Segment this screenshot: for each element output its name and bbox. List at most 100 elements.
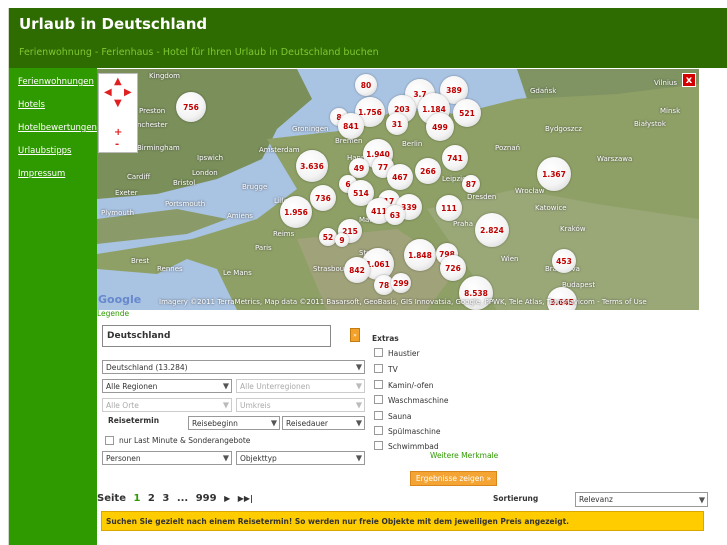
map[interactable]: Kingdom Preston nchester Birmingham Card… xyxy=(97,69,699,310)
region-select[interactable]: Alle Regionen ▼ xyxy=(102,379,232,393)
map-city-label: Białystok xyxy=(634,120,666,128)
map-zoom-controls: ▲ ◀ ▶ ▼ + - xyxy=(98,73,138,153)
page-link-last[interactable]: 999 xyxy=(196,493,217,504)
map-city-label: Birmingham xyxy=(137,144,180,152)
next-page-icon[interactable]: ▶ xyxy=(224,494,230,503)
lastminute-checkbox[interactable] xyxy=(105,436,114,445)
extra-checkbox-kamin[interactable] xyxy=(374,380,383,389)
persons-select[interactable]: Personen ▼ xyxy=(102,451,232,465)
map-cluster-marker[interactable]: 736 xyxy=(310,185,336,211)
map-cluster-marker[interactable]: 111 xyxy=(436,195,462,221)
map-city-label: Paris xyxy=(255,244,272,252)
extra-label: Waschmaschine xyxy=(388,396,449,405)
map-city-label: Portsmouth xyxy=(165,200,206,208)
last-page-icon[interactable]: ▶▶| xyxy=(238,494,253,503)
map-cluster-marker[interactable]: 299 xyxy=(391,273,411,293)
map-cluster-marker[interactable]: 842 xyxy=(344,257,370,283)
object-type-select[interactable]: Objekttyp ▼ xyxy=(236,451,365,465)
place-select[interactable]: Alle Orte ▼ xyxy=(102,398,232,412)
sidebar-item-hotelbewertungen[interactable]: Hotelbewertungen xyxy=(18,123,97,133)
map-cluster-marker[interactable]: 499 xyxy=(426,113,454,141)
place-select-value: Alle Orte xyxy=(106,400,139,410)
map-city-label: Exeter xyxy=(115,189,138,197)
map-city-label: London xyxy=(192,169,218,177)
map-cluster-marker[interactable]: 80 xyxy=(355,74,377,96)
chevron-down-icon: ▼ xyxy=(222,453,229,463)
map-city-label: Ipswich xyxy=(197,154,224,162)
page-link[interactable]: 3 xyxy=(162,493,169,504)
travel-start-select[interactable]: Reisebeginn ▼ xyxy=(188,416,280,430)
travel-date-notice: Suchen Sie gezielt nach einem Reisetermi… xyxy=(101,511,704,531)
pagination: Seite 1 2 3 ... 999 ▶ ▶▶| xyxy=(97,493,257,504)
subregion-select-value: Alle Unterregionen xyxy=(240,381,311,391)
map-cluster-marker[interactable]: 756 xyxy=(176,92,206,122)
extra-checkbox-sauna[interactable] xyxy=(374,411,383,420)
pan-up-icon[interactable]: ▲ xyxy=(114,77,122,87)
sidebar-item-ferienwohnungen[interactable]: Ferienwohnungen xyxy=(18,77,97,87)
travel-start-value: Reisebeginn xyxy=(192,418,238,428)
destination-search-input[interactable]: Deutschland xyxy=(102,325,331,347)
country-select[interactable]: Deutschland (13.284) ▼ xyxy=(102,360,365,374)
extra-checkbox-tv[interactable] xyxy=(374,364,383,373)
map-city-label: Wrocław xyxy=(515,187,545,195)
pan-right-icon[interactable]: ▶ xyxy=(124,88,132,98)
map-cluster-marker[interactable]: 63 xyxy=(385,205,405,225)
show-results-button[interactable]: Ergebnisse zeigen » xyxy=(410,471,497,486)
extra-checkbox-waschmaschine[interactable] xyxy=(374,395,383,404)
map-cluster-marker[interactable]: 9 xyxy=(335,233,349,247)
chevron-down-icon: ▼ xyxy=(698,495,705,504)
map-cluster-marker[interactable]: 467 xyxy=(387,164,413,190)
map-cluster-marker[interactable]: 726 xyxy=(440,255,466,281)
sort-select[interactable]: Relevanz ▼ xyxy=(575,492,708,507)
site-tagline: Ferienwohnung - Ferienhaus - Hotel für I… xyxy=(19,47,379,58)
map-cluster-marker[interactable]: 521 xyxy=(453,99,481,127)
map-cluster-marker[interactable]: 266 xyxy=(415,158,441,184)
map-cluster-marker[interactable]: 3.636 xyxy=(296,150,328,182)
map-close-button[interactable]: x xyxy=(682,73,696,87)
map-cluster-marker[interactable]: 1.956 xyxy=(280,196,312,228)
chevron-down-icon: ▼ xyxy=(222,400,229,410)
subregion-select[interactable]: Alle Unterregionen ▼ xyxy=(236,379,365,393)
map-cluster-marker[interactable]: 741 xyxy=(442,145,468,171)
map-city-label: Bydgoszcz xyxy=(545,125,582,133)
map-city-label: Amiens xyxy=(227,212,253,220)
page-link-current[interactable]: 1 xyxy=(133,493,140,504)
legend-link[interactable]: Legende xyxy=(97,309,129,318)
map-city-label: Wien xyxy=(501,255,519,263)
extra-label: Kamin/-ofen xyxy=(388,381,434,390)
sidebar-item-urlaubstipps[interactable]: Urlaubstipps xyxy=(18,146,97,156)
map-cluster-marker[interactable]: 87 xyxy=(462,175,480,193)
extra-checkbox-schwimmbad[interactable] xyxy=(374,441,383,450)
radius-select[interactable]: Umkreis ▼ xyxy=(236,398,365,412)
map-cluster-marker[interactable]: 453 xyxy=(552,249,576,273)
site-title[interactable]: Urlaub in Deutschland xyxy=(19,15,207,33)
page-link[interactable]: 2 xyxy=(148,493,155,504)
map-cluster-marker[interactable]: 1.367 xyxy=(537,157,571,191)
pan-left-icon[interactable]: ◀ xyxy=(104,88,112,98)
extra-checkbox-spuelmaschine[interactable] xyxy=(374,426,383,435)
extra-label: Sauna xyxy=(388,412,412,421)
more-features-link[interactable]: Weitere Merkmale xyxy=(430,451,498,460)
map-attribution[interactable]: Imagery ©2011 TerraMetrics, Map data ©20… xyxy=(159,298,647,306)
zoom-in-icon[interactable]: + xyxy=(114,128,122,138)
chevron-down-icon: ▼ xyxy=(355,381,362,391)
map-cluster-marker[interactable]: 841 xyxy=(338,113,364,139)
sidebar-item-impressum[interactable]: Impressum xyxy=(18,169,97,179)
map-city-label: Le Mans xyxy=(223,269,252,277)
map-cluster-marker[interactable]: 1.848 xyxy=(404,239,436,271)
sort-select-value: Relevanz xyxy=(579,495,613,504)
travel-date-label: Reisetermin xyxy=(108,416,160,425)
search-go-button[interactable]: » xyxy=(350,328,360,342)
sort-label: Sortierung xyxy=(493,494,539,503)
extra-label: Schwimmbad xyxy=(388,442,439,451)
map-city-label: Plymouth xyxy=(101,209,135,217)
region-select-value: Alle Regionen xyxy=(106,381,158,391)
sidebar-item-hotels[interactable]: Hotels xyxy=(18,100,97,110)
extra-checkbox-haustier[interactable] xyxy=(374,348,383,357)
map-cluster-marker[interactable]: 31 xyxy=(386,113,408,135)
pan-down-icon[interactable]: ▼ xyxy=(114,99,122,109)
zoom-out-icon[interactable]: - xyxy=(115,140,119,150)
map-city-label: Dresden xyxy=(467,193,497,201)
map-cluster-marker[interactable]: 2.824 xyxy=(475,213,509,247)
travel-duration-select[interactable]: Reisedauer ▼ xyxy=(282,416,365,430)
